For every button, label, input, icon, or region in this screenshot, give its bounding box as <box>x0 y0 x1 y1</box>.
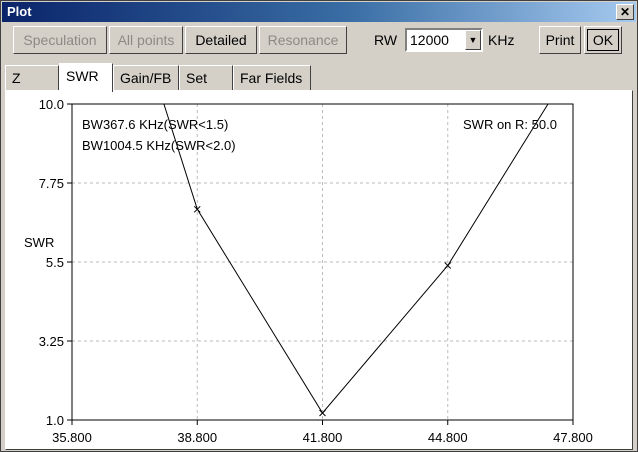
swr-chart-panel: 10.0 7.75 5.5 3.25 1.0 35.800 38.800 41.800 44.… <box>5 90 633 450</box>
plot-window: Plot ✕ Speculation All points Detailed R… <box>0 0 638 452</box>
y-tick-label: 7.75 <box>39 176 64 191</box>
print-button[interactable]: Print <box>539 26 581 54</box>
all-points-button[interactable]: All points <box>109 26 183 54</box>
tab-swr[interactable]: SWR <box>59 63 113 92</box>
bw-20-annotation: BW1004.5 KHz(SWR<2.0) <box>82 138 236 153</box>
y-tick-label: 10.0 <box>39 97 64 112</box>
rw-select[interactable]: 12000 ▼ <box>405 28 483 52</box>
y-axis-label: SWR <box>24 235 54 250</box>
x-tick-label: 41.800 <box>303 430 343 445</box>
detailed-button[interactable]: Detailed <box>185 26 257 54</box>
swr-on-annotation: SWR on R: 50.0 <box>463 117 557 132</box>
close-button[interactable]: ✕ <box>616 4 634 20</box>
x-tick-label: 35.800 <box>52 430 92 445</box>
tab-gain-fb[interactable]: Gain/FB <box>113 65 179 90</box>
swr-chart: 10.0 7.75 5.5 3.25 1.0 35.800 38.800 41.800 44.… <box>24 97 593 445</box>
x-tick-label: 44.800 <box>428 430 468 445</box>
window-title: Plot <box>7 4 32 19</box>
chevron-down-icon[interactable]: ▼ <box>465 30 481 50</box>
y-tick-label: 5.5 <box>46 255 64 270</box>
x-tick-label: 47.800 <box>553 430 593 445</box>
x-tick-labels: 35.800 38.800 41.800 44.800 47.800 <box>52 430 593 445</box>
unit-label: KHz <box>488 32 515 48</box>
ok-button[interactable]: OK <box>584 26 622 54</box>
x-tick-label: 38.800 <box>177 430 217 445</box>
title-bar: Plot ✕ <box>2 2 636 22</box>
y-tick-label: 3.25 <box>39 334 64 349</box>
tab-z[interactable]: Z <box>5 65 59 90</box>
speculation-button[interactable]: Speculation <box>13 26 107 54</box>
rw-value: 12000 <box>410 32 449 48</box>
bw-15-annotation: BW367.6 KHz(SWR<1.5) <box>82 117 228 132</box>
tab-set[interactable]: Set <box>179 65 233 90</box>
y-tick-label: 1.0 <box>46 413 64 428</box>
tab-far-fields[interactable]: Far Fields <box>233 65 311 90</box>
resonance-button[interactable]: Resonance <box>259 26 347 54</box>
rw-label: RW <box>374 32 398 48</box>
y-tick-labels: 10.0 7.75 5.5 3.25 1.0 <box>39 97 64 428</box>
